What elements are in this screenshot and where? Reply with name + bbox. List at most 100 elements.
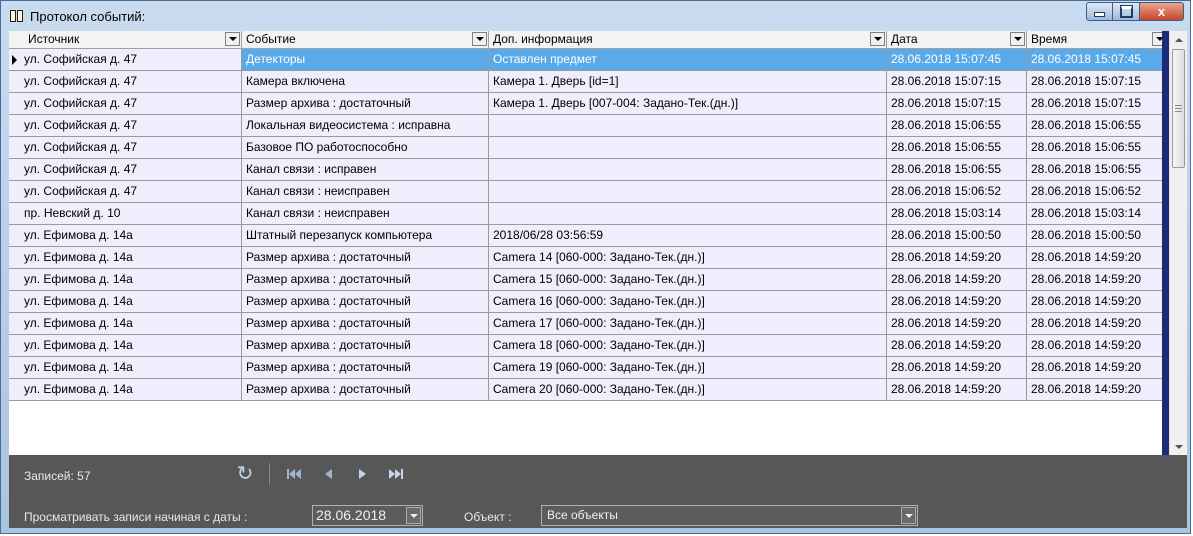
date-dropdown-button[interactable] [406,507,421,524]
cell-event[interactable]: Камера включена [242,71,489,92]
cell-event[interactable]: Размер архива : достаточный [242,313,489,334]
column-header-event[interactable]: Событие [242,31,489,48]
cell-info[interactable]: 2018/06/28 03:56:59 [489,225,887,246]
cell-source[interactable]: ул. Софийская д. 47 [9,93,242,114]
cell-time[interactable]: 28.06.2018 14:59:20 [1027,313,1169,334]
cell-info[interactable]: Камера 1. Дверь [007-004: Задано-Тек.(дн… [489,93,887,114]
cell-date[interactable]: 28.06.2018 14:59:20 [887,247,1027,268]
object-dropdown-button[interactable] [901,507,916,524]
cell-date[interactable]: 28.06.2018 14:59:20 [887,335,1027,356]
last-record-button[interactable] [386,463,406,485]
cell-source[interactable]: ул. Софийская д. 47 [9,49,242,70]
cell-source[interactable]: ул. Ефимова д. 14а [9,379,242,400]
scroll-down-arrow-icon[interactable] [1170,438,1187,455]
cell-time[interactable]: 28.06.2018 14:59:20 [1027,379,1169,400]
cell-source[interactable]: ул. Софийская д. 47 [9,115,242,136]
column-header-date[interactable]: Дата [887,31,1027,48]
cell-source[interactable]: ул. Ефимова д. 14а [9,291,242,312]
cell-date[interactable]: 28.06.2018 15:06:55 [887,137,1027,158]
cell-event[interactable]: Размер архива : достаточный [242,379,489,400]
cell-date[interactable]: 28.06.2018 15:03:14 [887,203,1027,224]
cell-date[interactable]: 28.06.2018 15:06:52 [887,181,1027,202]
scrollbar-thumb[interactable] [1172,49,1185,168]
table-row[interactable]: ул. Софийская д. 47 Канал связи : исправе… [9,159,1169,181]
cell-source[interactable]: ул. Ефимова д. 14а [9,313,242,334]
vertical-scrollbar[interactable] [1169,31,1187,455]
column-header-info[interactable]: Доп. информация [489,31,887,48]
cell-event[interactable]: Локальная видеосистема : исправна [242,115,489,136]
cell-source[interactable]: пр. Невский д. 10 [9,203,242,224]
cell-event[interactable]: Размер архива : достаточный [242,335,489,356]
cell-date[interactable]: 28.06.2018 15:06:55 [887,115,1027,136]
cell-info[interactable]: Camera 16 [060-000: Задано-Тек.(дн.)] [489,291,887,312]
cell-time[interactable]: 28.06.2018 14:59:20 [1027,357,1169,378]
table-row[interactable]: пр. Невский д. 10 Канал связи : неисправе… [9,203,1169,225]
cell-date[interactable]: 28.06.2018 15:00:50 [887,225,1027,246]
cell-time[interactable]: 28.06.2018 14:59:20 [1027,247,1169,268]
cell-info[interactable] [489,181,887,202]
cell-date[interactable]: 28.06.2018 15:07:45 [887,49,1027,70]
cell-info[interactable]: Camera 14 [060-000: Задано-Тек.(дн.)] [489,247,887,268]
cell-source[interactable]: ул. Ефимова д. 14а [9,335,242,356]
table-row[interactable]: ул. Ефимова д. 14а Размер архива : достат… [9,247,1169,269]
cell-event[interactable]: Канал связи : неисправен [242,203,489,224]
cell-time[interactable]: 28.06.2018 15:06:55 [1027,159,1169,180]
column-filter-dropdown[interactable] [472,32,487,46]
cell-time[interactable]: 28.06.2018 15:03:14 [1027,203,1169,224]
cell-info[interactable] [489,159,887,180]
cell-event[interactable]: Размер архива : достаточный [242,357,489,378]
cell-date[interactable]: 28.06.2018 14:59:20 [887,291,1027,312]
cell-time[interactable]: 28.06.2018 14:59:20 [1027,335,1169,356]
cell-time[interactable]: 28.06.2018 15:00:50 [1027,225,1169,246]
table-row[interactable]: ул. Софийская д. 47 Базовое ПО работоспос… [9,137,1169,159]
cell-date[interactable]: 28.06.2018 14:59:20 [887,379,1027,400]
cell-source[interactable]: ул. Ефимова д. 14а [9,357,242,378]
next-record-button[interactable] [352,463,372,485]
table-row[interactable]: ул. Ефимова д. 14а Штатный перезапуск ком… [9,225,1169,247]
column-header-source[interactable]: Источник [9,31,242,48]
cell-event[interactable]: Канал связи : исправен [242,159,489,180]
table-row[interactable]: ул. Ефимова д. 14а Размер архива : достат… [9,335,1169,357]
cell-time[interactable]: 28.06.2018 15:07:45 [1027,49,1169,70]
cell-time[interactable]: 28.06.2018 15:07:15 [1027,93,1169,114]
object-select[interactable]: Все объекты [541,505,918,526]
cell-event[interactable]: Детекторы [242,49,489,70]
cell-date[interactable]: 28.06.2018 15:07:15 [887,93,1027,114]
cell-date[interactable]: 28.06.2018 15:07:15 [887,71,1027,92]
table-row[interactable]: ул. Ефимова д. 14а Размер архива : достат… [9,357,1169,379]
prev-record-button[interactable] [318,463,338,485]
table-row[interactable]: ул. Софийская д. 47 Детекторы Оставлен пре… [9,49,1169,71]
cell-info[interactable]: Camera 15 [060-000: Задано-Тек.(дн.)] [489,269,887,290]
cell-info[interactable]: Camera 17 [060-000: Задано-Тек.(дн.)] [489,313,887,334]
cell-info[interactable] [489,203,887,224]
title-bar[interactable]: Протокол событий: x [1,1,1190,31]
table-row[interactable]: ул. Софийская д. 47 Размер архива : доста… [9,93,1169,115]
cell-event[interactable]: Штатный перезапуск компьютера [242,225,489,246]
cell-date[interactable]: 28.06.2018 14:59:20 [887,269,1027,290]
cell-time[interactable]: 28.06.2018 15:07:15 [1027,71,1169,92]
cell-event[interactable]: Размер архива : достаточный [242,291,489,312]
cell-source[interactable]: ул. Ефимова д. 14а [9,269,242,290]
cell-time[interactable]: 28.06.2018 14:59:20 [1027,269,1169,290]
cell-source[interactable]: ул. Софийская д. 47 [9,181,242,202]
cell-info[interactable]: Camera 18 [060-000: Задано-Тек.(дн.)] [489,335,887,356]
cell-source[interactable]: ул. Софийская д. 47 [9,71,242,92]
cell-info[interactable]: Камера 1. Дверь [id=1] [489,71,887,92]
table-row[interactable]: ул. Ефимова д. 14а Размер архива : достат… [9,269,1169,291]
maximize-button[interactable] [1113,2,1140,21]
column-header-time[interactable]: Время [1027,31,1169,48]
cell-info[interactable] [489,115,887,136]
scroll-up-arrow-icon[interactable] [1170,31,1187,48]
column-filter-dropdown[interactable] [1010,32,1025,46]
cell-time[interactable]: 28.06.2018 15:06:55 [1027,137,1169,158]
column-filter-dropdown[interactable] [225,32,240,46]
table-row[interactable]: ул. Софийская д. 47 Канал связи : неиспра… [9,181,1169,203]
start-date-picker[interactable]: 28.06.2018 [312,505,423,526]
cell-event[interactable]: Размер архива : достаточный [242,247,489,268]
cell-date[interactable]: 28.06.2018 14:59:20 [887,357,1027,378]
cell-event[interactable]: Размер архива : достаточный [242,269,489,290]
cell-info[interactable]: Camera 20 [060-000: Задано-Тек.(дн.)] [489,379,887,400]
cell-source[interactable]: ул. Софийская д. 47 [9,159,242,180]
cell-info[interactable]: Camera 19 [060-000: Задано-Тек.(дн.)] [489,357,887,378]
table-row[interactable]: ул. Софийская д. 47 Локальная видеосистем… [9,115,1169,137]
